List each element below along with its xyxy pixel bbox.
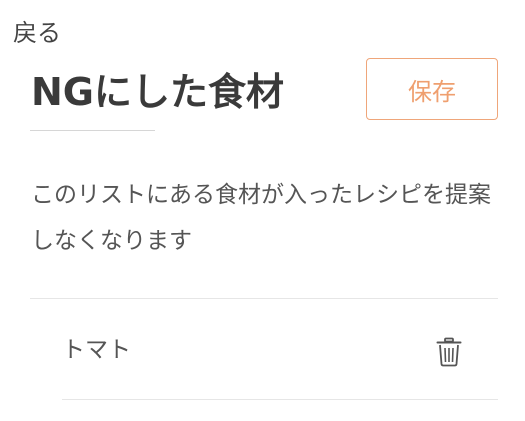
item-divider	[62, 399, 498, 400]
ng-ingredients-page: 戻る NGにした食材 保存 このリストにある食材が入ったレシピを提案しなくなりま…	[0, 0, 525, 421]
list-top-divider	[30, 298, 498, 299]
delete-item-button[interactable]	[434, 336, 464, 368]
title-underline	[30, 130, 155, 131]
ng-item-name: トマト	[62, 337, 131, 363]
save-button[interactable]: 保存	[366, 58, 498, 120]
page-title: NGにした食材	[31, 70, 284, 114]
trash-icon	[436, 337, 462, 367]
ng-item-row: トマト	[62, 300, 498, 400]
back-link[interactable]: 戻る	[13, 16, 61, 50]
description-text: このリストにある食材が入ったレシピを提案しなくなります	[31, 182, 491, 254]
